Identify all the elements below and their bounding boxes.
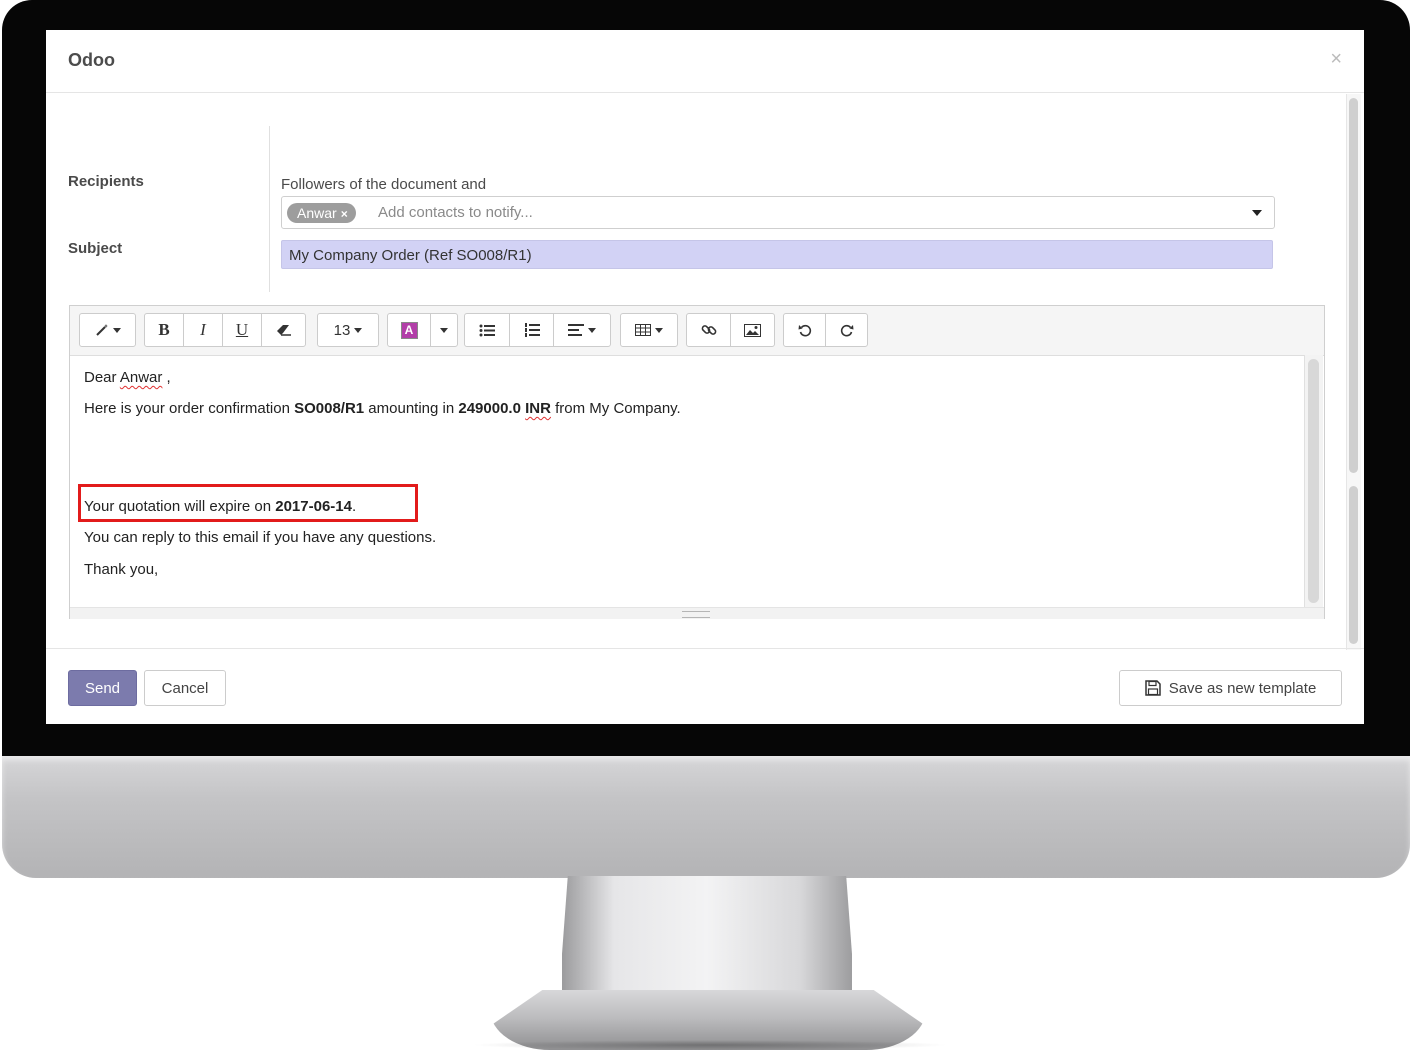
order-amount: 249000.0: [458, 400, 521, 417]
font-color-icon: A: [400, 321, 418, 339]
image-icon: [744, 323, 761, 337]
chevron-down-icon[interactable]: [1252, 210, 1262, 216]
editor-toolbar: B I U 13 A: [70, 306, 1324, 356]
grip-icon: [682, 611, 710, 618]
color-group: A: [387, 313, 458, 347]
redo-icon: [840, 324, 853, 337]
unordered-list-button[interactable]: [464, 313, 510, 347]
compose-email-dialog: Odoo × Recipients Subject Followers of t…: [46, 30, 1364, 724]
table-dropdown[interactable]: [620, 313, 678, 347]
link-icon: [701, 325, 716, 335]
insert-group: [686, 313, 775, 347]
bold-button[interactable]: B: [144, 313, 184, 347]
font-color-button[interactable]: A: [387, 313, 431, 347]
undo-icon: [798, 324, 811, 337]
save-as-template-label: Save as new template: [1168, 679, 1317, 697]
order-text-end: from My Company.: [550, 400, 681, 417]
dialog-footer: Send Cancel Save as new template: [46, 648, 1364, 724]
monitor-chin: [2, 756, 1410, 878]
floppy-disk-icon: [1144, 680, 1161, 696]
history-group: [783, 313, 868, 347]
highlight-annotation-box: [78, 484, 418, 522]
underline-button[interactable]: U: [222, 313, 262, 347]
undo-button[interactable]: [783, 313, 826, 347]
order-text-start: Here is your order confirmation: [84, 400, 295, 417]
style-button[interactable]: [79, 313, 136, 347]
save-as-template-button[interactable]: Save as new template: [1119, 670, 1342, 706]
caret-down-icon: [440, 327, 448, 333]
font-style-group: B I U: [144, 313, 306, 347]
dialog-scrollbar[interactable]: [1346, 94, 1361, 650]
greeting-name: Anwar: [119, 369, 163, 386]
form-divider: [269, 126, 270, 292]
send-button[interactable]: Send: [68, 670, 137, 706]
editor-scrollbar[interactable]: [1304, 355, 1323, 607]
order-reference: SO008/R1: [294, 400, 365, 417]
recipient-tag-label: Anwar: [297, 205, 337, 221]
cancel-button[interactable]: Cancel: [144, 670, 226, 706]
align-left-icon: [568, 324, 584, 336]
monitor-stand-shadow: [470, 1040, 950, 1050]
magic-wand-icon: [95, 324, 108, 336]
dialog-scrollbar-track-segment: [1349, 486, 1358, 644]
close-icon[interactable]: ×: [1330, 48, 1342, 71]
insert-link-button[interactable]: [686, 313, 731, 347]
caret-down-icon: [588, 327, 596, 333]
caret-down-icon: [655, 327, 663, 333]
insert-image-button[interactable]: [730, 313, 775, 347]
recipients-placeholder: Add contacts to notify...: [378, 204, 533, 221]
editor-resize-handle[interactable]: [70, 607, 1324, 619]
order-currency: INR: [525, 400, 551, 417]
remove-format-button[interactable]: [261, 313, 306, 347]
monitor-stand-neck: [562, 876, 852, 1006]
editor-content[interactable]: Dear Anwar , Here is your order confirma…: [70, 355, 1304, 605]
reply-line: You can reply to this email if you have …: [84, 529, 437, 546]
italic-button[interactable]: I: [183, 313, 223, 347]
caret-down-icon: [112, 327, 121, 333]
eraser-icon: [276, 325, 291, 336]
greeting-line: Dear Anwar ,: [84, 369, 171, 386]
color-picker-dropdown[interactable]: [430, 313, 458, 347]
ordered-list-button[interactable]: [509, 313, 554, 347]
followers-text: Followers of the document and: [281, 176, 487, 193]
recipients-label: Recipients: [68, 173, 144, 190]
order-text-middle: amounting in: [364, 400, 459, 417]
order-confirmation-line: Here is your order confirmation SO008/R1…: [84, 400, 681, 417]
font-size-value: 13: [333, 321, 351, 339]
tag-remove-icon[interactable]: ×: [341, 207, 348, 221]
recipient-tag-anwar: Anwar ×: [287, 203, 356, 223]
subject-input[interactable]: My Company Order (Ref SO008/R1): [281, 240, 1273, 269]
font-size-group: 13: [317, 313, 379, 347]
unordered-list-icon: [479, 324, 495, 336]
caret-down-icon: [354, 327, 363, 333]
editor-scrollbar-thumb[interactable]: [1308, 359, 1319, 603]
style-group: [79, 313, 136, 347]
dialog-title: Odoo: [68, 50, 115, 70]
table-group: [620, 313, 678, 347]
font-size-dropdown[interactable]: 13: [317, 313, 379, 347]
greeting-prefix: Dear: [84, 369, 120, 386]
subject-label: Subject: [68, 240, 123, 257]
redo-button[interactable]: [825, 313, 868, 347]
align-dropdown[interactable]: [553, 313, 611, 347]
table-icon: [635, 324, 651, 336]
recipients-input[interactable]: Anwar × Add contacts to notify...: [281, 196, 1275, 229]
paragraph-group: [464, 313, 611, 347]
greeting-suffix: ,: [162, 369, 171, 386]
ordered-list-icon: [524, 323, 540, 337]
dialog-scrollbar-thumb[interactable]: [1349, 98, 1358, 473]
dialog-header: Odoo ×: [46, 30, 1364, 93]
thanks-line: Thank you,: [84, 561, 159, 578]
email-body-editor: B I U 13 A Dear Anwar , Here is your ord…: [69, 305, 1325, 619]
